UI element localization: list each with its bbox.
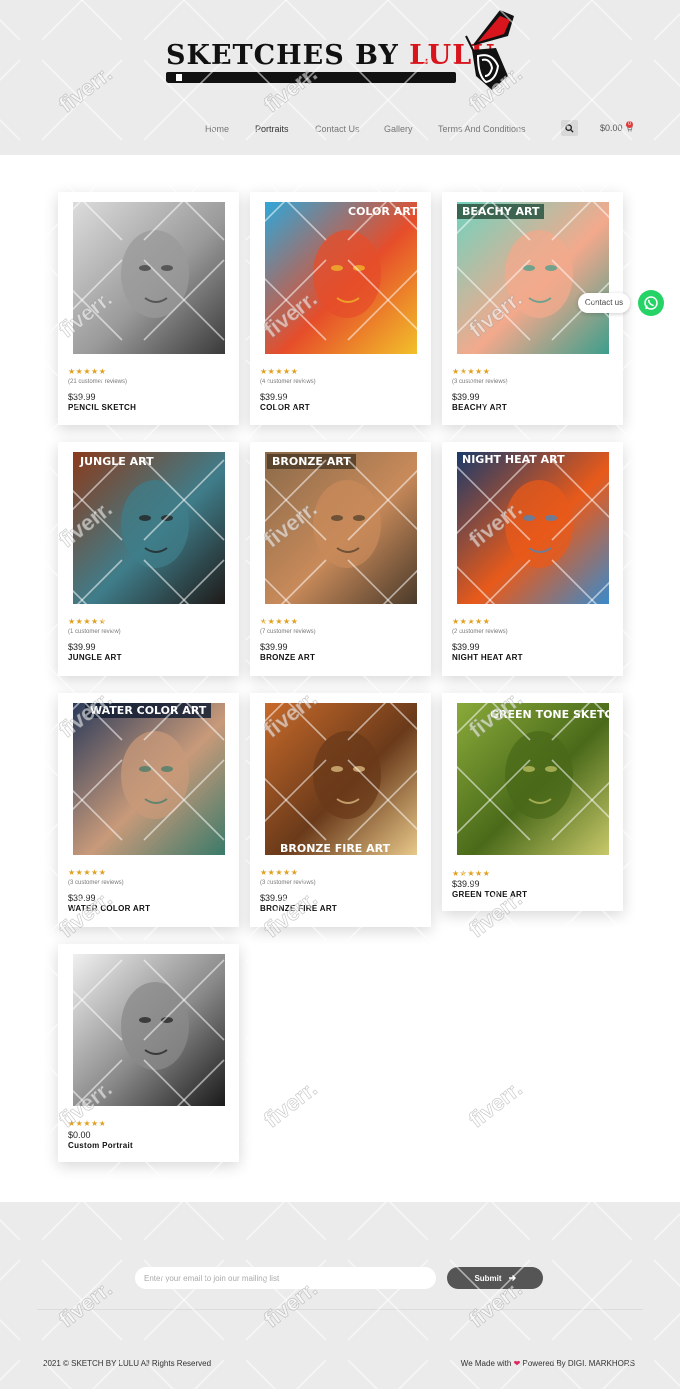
product-card[interactable]: BRONZE ART ★★★★★ (7 customer reviews) $39.9… bbox=[250, 442, 431, 676]
submit-label: Submit bbox=[474, 1273, 502, 1283]
product-image[interactable]: BEACHY ART bbox=[457, 202, 609, 354]
review-count[interactable]: (2 customer reviews) bbox=[452, 629, 508, 635]
rating-stars: ★★★★★ bbox=[452, 869, 491, 878]
product-price: $39.99 bbox=[260, 893, 288, 903]
product-name[interactable]: JUNGLE ART bbox=[68, 653, 122, 662]
review-count[interactable]: (3 customer reviews) bbox=[452, 379, 508, 385]
review-count[interactable]: (4 customer reviews) bbox=[260, 379, 316, 385]
newsletter-submit-button[interactable]: Submit bbox=[447, 1267, 543, 1289]
product-card[interactable]: ★★★★★ $0.00 Custom Portrait bbox=[58, 944, 239, 1162]
review-count[interactable]: (21 customer reviews) bbox=[68, 379, 127, 385]
rating-stars: ★★★★★ bbox=[68, 367, 107, 376]
product-name[interactable]: PENCIL SKETCH bbox=[68, 403, 136, 412]
watermark-text: fiverr. bbox=[464, 1076, 527, 1133]
product-price: $39.99 bbox=[68, 392, 96, 402]
arrow-right-icon bbox=[508, 1275, 516, 1281]
product-price: $0.00 bbox=[68, 1130, 91, 1140]
product-image[interactable]: GREEN TONE SKETCH bbox=[457, 703, 609, 855]
cart-count-badge: 0 bbox=[626, 121, 633, 128]
whatsapp-icon bbox=[644, 296, 658, 310]
nav-item-gallery[interactable]: Gallery bbox=[384, 124, 413, 134]
product-image-label: JUNGLE ART bbox=[80, 455, 154, 468]
product-price: $39.99 bbox=[260, 392, 288, 402]
product-card[interactable]: ★★★★★ (21 customer reviews) $39.99 PENCIL S… bbox=[58, 192, 239, 425]
made-with-prefix: We Made with bbox=[460, 1359, 512, 1368]
search-icon bbox=[565, 123, 574, 133]
product-name[interactable]: Custom Portrait bbox=[68, 1141, 133, 1150]
product-name[interactable]: BRONZE FIRE ART bbox=[260, 904, 337, 913]
search-button[interactable] bbox=[561, 120, 578, 136]
butterfly-icon bbox=[465, 10, 514, 90]
product-card[interactable]: COLOR ART ★★★★★ (4 customer reviews) $39.99… bbox=[250, 192, 431, 425]
cart-total: $0.00 bbox=[600, 123, 623, 133]
nav-item-contact-us[interactable]: Contact Us bbox=[315, 124, 360, 134]
logo-text: SKETCHES BY LULU bbox=[166, 40, 495, 71]
copyright-text: 2021 © SKETCH BY LULU All Rights Reserve… bbox=[43, 1359, 212, 1368]
rating-stars: ★★★★★ bbox=[68, 1119, 107, 1128]
product-image[interactable]: NIGHT HEAT ART bbox=[457, 452, 609, 604]
product-image[interactable] bbox=[73, 202, 225, 354]
rating-stars: ★★★★★ bbox=[452, 367, 491, 376]
site-header: SKETCHES BY LULU Home Portraits Contact … bbox=[0, 0, 680, 155]
product-image-label: NIGHT HEAT ART bbox=[462, 453, 565, 466]
contact-us-label[interactable]: Contact us bbox=[578, 293, 630, 313]
made-with-credit: We Made with ❤ Powered By DIGI. MARKHORS bbox=[461, 1359, 635, 1368]
nav-item-terms[interactable]: Terms And Conditions bbox=[438, 124, 526, 134]
product-price: $39.99 bbox=[260, 642, 288, 652]
product-image[interactable]: BRONZE ART bbox=[265, 452, 417, 604]
rating-stars: ★★★★★ bbox=[68, 617, 107, 626]
product-image-label: GREEN TONE SKETCH bbox=[490, 708, 609, 721]
product-name[interactable]: BRONZE ART bbox=[260, 653, 315, 662]
nav-item-home[interactable]: Home bbox=[205, 124, 229, 134]
rating-stars: ★★★★★ bbox=[260, 868, 299, 877]
site-logo[interactable]: SKETCHES BY LULU bbox=[166, 6, 518, 92]
review-count[interactable]: (3 customer reviews) bbox=[68, 880, 124, 886]
product-price: $39.99 bbox=[452, 642, 480, 652]
product-price: $39.99 bbox=[68, 893, 96, 903]
product-card[interactable]: NIGHT HEAT ART ★★★★★ (2 customer reviews) $… bbox=[442, 442, 623, 676]
logo-main-text: SKETCHES BY bbox=[166, 40, 410, 71]
product-image-label: WATER COLOR ART bbox=[85, 703, 212, 718]
newsletter-email-input[interactable] bbox=[135, 1267, 436, 1289]
site-footer: Submit 2021 © SKETCH BY LULU All Rights … bbox=[0, 1202, 680, 1389]
product-image-label: BEACHY ART bbox=[457, 204, 545, 219]
whatsapp-button[interactable] bbox=[638, 290, 664, 316]
product-card[interactable]: JUNGLE ART ★★★★★ (1 customer review) $39.99… bbox=[58, 442, 239, 676]
review-count[interactable]: (1 customer review) bbox=[68, 629, 121, 635]
product-card[interactable]: WATER COLOR ART ★★★★★ (3 customer reviews)… bbox=[58, 693, 239, 927]
heart-icon: ❤ bbox=[513, 1359, 521, 1368]
product-name[interactable]: GREEN TONE ART bbox=[452, 890, 527, 899]
rating-stars: ★★★★★ bbox=[452, 617, 491, 626]
product-image[interactable]: COLOR ART bbox=[265, 202, 417, 354]
review-count[interactable]: (3 customer reviews) bbox=[260, 880, 316, 886]
product-image[interactable] bbox=[73, 954, 225, 1106]
product-image-label: BRONZE FIRE ART bbox=[280, 842, 391, 855]
product-price: $39.99 bbox=[68, 642, 96, 652]
review-count[interactable]: (7 customer reviews) bbox=[260, 629, 316, 635]
product-image[interactable]: WATER COLOR ART bbox=[73, 703, 225, 855]
logo-pencil-bar bbox=[166, 72, 456, 83]
rating-stars: ★★★★★ bbox=[260, 617, 299, 626]
rating-stars: ★★★★★ bbox=[68, 868, 107, 877]
product-price: $39.99 bbox=[452, 879, 480, 889]
main-nav: Home Portraits Contact Us Gallery Terms … bbox=[0, 124, 680, 138]
made-with-suffix: Powered By DIGI. MARKHORS bbox=[522, 1359, 635, 1368]
product-image[interactable]: BRONZE FIRE ART bbox=[265, 703, 417, 855]
product-card[interactable]: BRONZE FIRE ART ★★★★★ (3 customer reviews)… bbox=[250, 693, 431, 927]
product-image[interactable]: JUNGLE ART bbox=[73, 452, 225, 604]
watermark-text: fiverr. bbox=[259, 1076, 322, 1133]
product-image-label: COLOR ART bbox=[348, 205, 417, 218]
product-name[interactable]: WATER COLOR ART bbox=[68, 904, 150, 913]
product-name[interactable]: COLOR ART bbox=[260, 403, 310, 412]
product-name[interactable]: NIGHT HEAT ART bbox=[452, 653, 523, 662]
product-card[interactable]: GREEN TONE SKETCH ★★★★★ $39.99 GREEN TONE A… bbox=[442, 693, 623, 911]
product-name[interactable]: BEACHY ART bbox=[452, 403, 507, 412]
footer-divider bbox=[37, 1309, 643, 1310]
product-image-label: BRONZE ART bbox=[267, 454, 356, 469]
nav-item-portraits[interactable]: Portraits bbox=[255, 124, 289, 134]
product-price: $39.99 bbox=[452, 392, 480, 402]
rating-stars: ★★★★★ bbox=[260, 367, 299, 376]
